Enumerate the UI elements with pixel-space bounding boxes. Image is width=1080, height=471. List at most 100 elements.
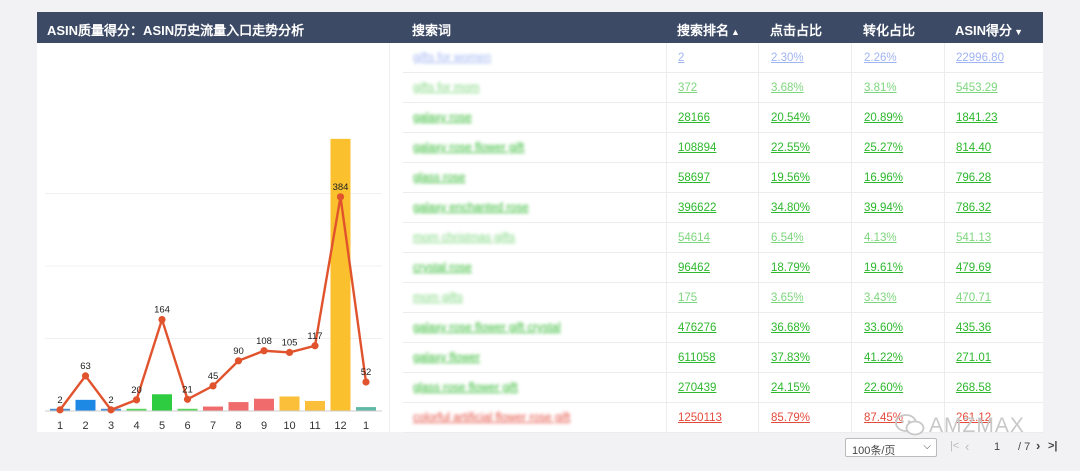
- score-link[interactable]: 541.13: [956, 232, 991, 244]
- rank-link[interactable]: 96462: [678, 262, 710, 274]
- col-search-rank[interactable]: 搜索排名 ▲: [677, 20, 740, 39]
- col-asin-score[interactable]: ASIN得分 ▼: [955, 20, 1023, 39]
- conversion-share-link[interactable]: 2.26%: [864, 52, 897, 64]
- click-share-link[interactable]: 34.80%: [771, 202, 810, 214]
- click-share-link[interactable]: 22.55%: [771, 142, 810, 154]
- rank-link[interactable]: 28166: [678, 112, 710, 124]
- rank-link[interactable]: 175: [678, 292, 697, 304]
- col-keyword[interactable]: 搜索词: [412, 20, 451, 39]
- click-share-link[interactable]: 3.65%: [771, 292, 804, 304]
- x-tick-label: 7: [210, 420, 216, 432]
- first-page-icon[interactable]: |<: [950, 440, 959, 452]
- keyword-link[interactable]: mom gifts: [413, 292, 463, 304]
- col-click-share[interactable]: 点击占比: [770, 20, 822, 39]
- last-page-icon[interactable]: >|: [1048, 440, 1058, 452]
- data-label: 52: [361, 367, 372, 378]
- x-tick-label: 9: [261, 420, 267, 432]
- trend-chart: 2 63 2 20 164 21 45 90 108 105 117 384 52 1 2 3 4 5 6 7 8 9 10…: [37, 43, 390, 432]
- score-link[interactable]: 5453.29: [956, 82, 998, 94]
- data-label: 105: [282, 337, 298, 348]
- line-point: [311, 342, 319, 350]
- keyword-link[interactable]: galaxy rose: [413, 112, 472, 124]
- prev-page-icon[interactable]: ‹: [965, 439, 969, 454]
- table-row[interactable]: mom gifts 175 3.65% 3.43% 470.71: [403, 283, 1043, 313]
- keyword-link[interactable]: galaxy rose flower gift crystal: [413, 322, 561, 334]
- table-row[interactable]: galaxy rose flower gift 108894 22.55% 25.27…: [403, 133, 1043, 163]
- table-row[interactable]: galaxy flower 611058 37.83% 41.22% 271.01: [403, 343, 1043, 373]
- table-row[interactable]: gifts for women 2 2.30% 2.26% 22996.80: [403, 43, 1043, 73]
- keyword-link[interactable]: galaxy flower: [413, 352, 480, 364]
- keyword-link[interactable]: gifts for women: [413, 52, 491, 64]
- data-label: 63: [80, 361, 91, 372]
- col-conversion-share[interactable]: 转化占比: [863, 20, 915, 39]
- keyword-link[interactable]: glass rose: [413, 172, 465, 184]
- table-row[interactable]: gifts for mom 372 3.68% 3.81% 5453.29: [403, 73, 1043, 103]
- conversion-share-link[interactable]: 19.61%: [864, 262, 903, 274]
- chevron-down-icon: ⌵: [923, 441, 931, 452]
- table-row[interactable]: mom christmas gifts 54614 6.54% 4.13% 541.13: [403, 223, 1043, 253]
- click-share-link[interactable]: 2.30%: [771, 52, 804, 64]
- current-page-input[interactable]: 1: [983, 438, 1011, 457]
- x-tick-label: 10: [283, 420, 295, 432]
- score-link[interactable]: 786.32: [956, 202, 991, 214]
- table-row[interactable]: galaxy enchanted rose 396622 34.80% 39.94% 7…: [403, 193, 1043, 223]
- rank-link[interactable]: 396622: [678, 202, 716, 214]
- conversion-share-link[interactable]: 33.60%: [864, 322, 903, 334]
- score-link[interactable]: 271.01: [956, 352, 991, 364]
- click-share-link[interactable]: 37.83%: [771, 352, 810, 364]
- page-size-select[interactable]: 100条/页 ⌵: [845, 438, 937, 457]
- conversion-share-link[interactable]: 3.81%: [864, 82, 897, 94]
- click-share-link[interactable]: 18.79%: [771, 262, 810, 274]
- click-share-link[interactable]: 20.54%: [771, 112, 810, 124]
- keyword-link[interactable]: crystal rose: [413, 262, 472, 274]
- table-row[interactable]: glass rose 58697 19.56% 16.96% 796.28: [403, 163, 1043, 193]
- rank-link[interactable]: 270439: [678, 382, 716, 394]
- conversion-share-link[interactable]: 22.60%: [864, 382, 903, 394]
- table-row[interactable]: glass rose flower gift 270439 24.15% 22.60%…: [403, 373, 1043, 403]
- keyword-link[interactable]: galaxy enchanted rose: [413, 202, 529, 214]
- click-share-link[interactable]: 36.68%: [771, 322, 810, 334]
- sort-asc-icon: ▲: [731, 27, 740, 37]
- rank-link[interactable]: 2: [678, 52, 684, 64]
- conversion-share-link[interactable]: 4.13%: [864, 232, 897, 244]
- conversion-share-link[interactable]: 39.94%: [864, 202, 903, 214]
- rank-link[interactable]: 1250113: [678, 412, 722, 424]
- score-link[interactable]: 814.40: [956, 142, 991, 154]
- data-label: 117: [307, 331, 322, 342]
- rank-link[interactable]: 54614: [678, 232, 710, 244]
- table-row[interactable]: galaxy rose 28166 20.54% 20.89% 1841.23: [403, 103, 1043, 133]
- click-share-link[interactable]: 24.15%: [771, 382, 810, 394]
- click-share-link[interactable]: 3.68%: [771, 82, 804, 94]
- rank-link[interactable]: 108894: [678, 142, 716, 154]
- keyword-link[interactable]: gifts for mom: [413, 82, 479, 94]
- keyword-link[interactable]: glass rose flower gift: [413, 382, 518, 394]
- table-header: ASIN质量得分：ASIN历史流量入口走势分析 搜索词 搜索排名 ▲ 点击占比 转…: [37, 12, 1043, 43]
- conversion-share-link[interactable]: 25.27%: [864, 142, 903, 154]
- keyword-link[interactable]: galaxy rose flower gift: [413, 142, 524, 154]
- rank-link[interactable]: 372: [678, 82, 697, 94]
- conversion-share-link[interactable]: 16.96%: [864, 172, 903, 184]
- score-link[interactable]: 22996.80: [956, 52, 1004, 64]
- conversion-share-link[interactable]: 41.22%: [864, 352, 903, 364]
- conversion-share-link[interactable]: 20.89%: [864, 112, 903, 124]
- table-row[interactable]: crystal rose 96462 18.79% 19.61% 479.69: [403, 253, 1043, 283]
- score-link[interactable]: 268.58: [956, 382, 991, 394]
- click-share-link[interactable]: 85.79%: [771, 412, 810, 424]
- score-link[interactable]: 479.69: [956, 262, 991, 274]
- next-page-icon[interactable]: ›: [1036, 438, 1040, 453]
- score-link[interactable]: 435.36: [956, 322, 991, 334]
- click-share-link[interactable]: 6.54%: [771, 232, 804, 244]
- rank-link[interactable]: 476276: [678, 322, 716, 334]
- keyword-link[interactable]: colorful artificial flower rose gift: [413, 412, 570, 424]
- bar: [203, 406, 223, 411]
- score-link[interactable]: 796.28: [956, 172, 991, 184]
- score-link[interactable]: 470.71: [956, 292, 991, 304]
- score-link[interactable]: 1841.23: [956, 112, 998, 124]
- conversion-share-link[interactable]: 3.43%: [864, 292, 897, 304]
- rank-link[interactable]: 611058: [678, 352, 716, 364]
- rank-link[interactable]: 58697: [678, 172, 710, 184]
- table-row[interactable]: galaxy rose flower gift crystal 476276 36.…: [403, 313, 1043, 343]
- keyword-link[interactable]: mom christmas gifts: [413, 232, 515, 244]
- x-tick-label: 2: [82, 420, 88, 432]
- click-share-link[interactable]: 19.56%: [771, 172, 810, 184]
